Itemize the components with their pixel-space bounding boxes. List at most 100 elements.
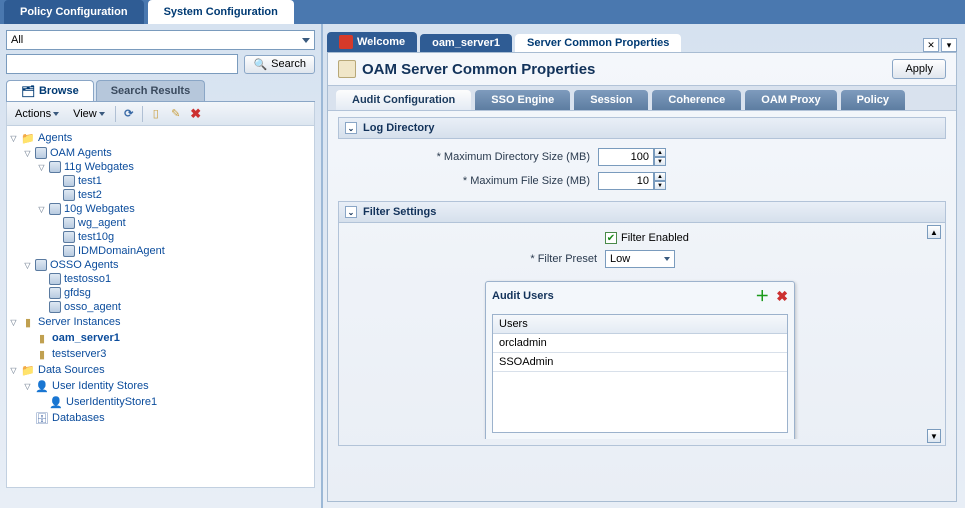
nav-tree[interactable]: ▽📁Agents ▽OAM Agents ▽11g Webgates test1… [6, 126, 315, 488]
tree-node-test10g[interactable]: test10g [9, 230, 312, 244]
tree-toolbar: Actions View ⟳ ▯ ✎ ✖ [6, 102, 315, 126]
add-icon[interactable]: ＋ [755, 288, 769, 304]
sub-tab-bar: Audit Configuration SSO Engine Session C… [328, 85, 956, 111]
server-icon: ▮ [35, 331, 49, 345]
collapse-icon[interactable]: ▽ [9, 134, 18, 143]
tree-label: test1 [78, 175, 102, 187]
folder-icon: 📁 [21, 363, 35, 377]
tree-node-server-instances[interactable]: ▽▮Server Instances [9, 314, 312, 330]
tree-node-osso[interactable]: ▽ OSSO Agents [9, 258, 312, 272]
collapse-icon[interactable]: ▽ [23, 261, 32, 270]
close-tab-icon[interactable]: ✕ [923, 38, 939, 52]
table-row[interactable]: orcladmin [493, 334, 787, 353]
tab-system-config[interactable]: System Configuration [148, 0, 294, 24]
spinner-up-icon[interactable]: ▲ [654, 148, 666, 157]
delete-icon[interactable]: ✖ [189, 107, 203, 121]
server-icon [338, 60, 356, 78]
oracle-icon [339, 35, 353, 49]
content-panel: Welcome oam_server1 Server Common Proper… [323, 24, 965, 508]
tree-node-user-identity[interactable]: ▽👤User Identity Stores [9, 378, 312, 394]
delete-icon[interactable]: ✖ [776, 288, 788, 304]
user-icon: 👤 [35, 379, 49, 393]
spinner-down-icon[interactable]: ▼ [654, 157, 666, 166]
tree-node-testosso1[interactable]: testosso1 [9, 272, 312, 286]
input-max-dir-size[interactable] [598, 148, 654, 166]
search-scope-select[interactable]: All [6, 30, 315, 50]
apply-button[interactable]: Apply [892, 59, 946, 79]
separator [142, 106, 143, 122]
tree-node-10g[interactable]: ▽10g Webgates [9, 202, 312, 216]
collapse-icon[interactable]: ▽ [23, 382, 32, 391]
input-max-file-size[interactable] [598, 172, 654, 190]
tab-policy-config[interactable]: Policy Configuration [4, 0, 144, 24]
collapse-icon[interactable]: ▽ [37, 163, 46, 172]
subtab-coherence[interactable]: Coherence [652, 90, 741, 110]
tree-node-idm[interactable]: IDMDomainAgent [9, 244, 312, 258]
tree-node-testserver3[interactable]: ▮testserver3 [9, 346, 312, 362]
tab-list-icon[interactable]: ▾ [941, 38, 957, 52]
table-row[interactable]: SSOAdmin [493, 353, 787, 372]
subtab-audit[interactable]: Audit Configuration [336, 90, 471, 110]
tree-node-wgagent[interactable]: wg_agent [9, 216, 312, 230]
section-title: Log Directory [363, 122, 435, 134]
subtab-session[interactable]: Session [574, 90, 648, 110]
tree-node-test1[interactable]: test1 [9, 174, 312, 188]
spinner-down-icon[interactable]: ▼ [654, 181, 666, 190]
new-icon[interactable]: ▯ [149, 107, 163, 121]
spinner-up-icon[interactable]: ▲ [654, 172, 666, 181]
actions-menu[interactable]: Actions [11, 106, 63, 122]
collapse-icon[interactable]: ▽ [9, 366, 18, 375]
agent-icon [63, 175, 75, 187]
tree-node-oamserver1[interactable]: ▮oam_server1 [9, 330, 312, 346]
checkbox-filter-enabled[interactable]: ✔ [605, 232, 617, 244]
tree-node-11g[interactable]: ▽11g Webgates [9, 160, 312, 174]
search-input[interactable] [6, 54, 238, 74]
collapse-icon: ⌄ [345, 206, 357, 218]
spacer-icon [37, 303, 46, 312]
chevron-down-icon [99, 112, 105, 116]
folder-icon: 📁 [21, 131, 35, 145]
tree-node-datasource[interactable]: ▽📁Data Sources [9, 362, 312, 378]
tree-node-databases[interactable]: 🗄Databases [9, 410, 312, 426]
view-menu[interactable]: View [69, 106, 109, 122]
collapse-icon[interactable]: ▽ [23, 149, 32, 158]
tree-label: Agents [38, 132, 72, 144]
label-max-dir-size: * Maximum Directory Size (MB) [338, 151, 598, 163]
table-empty-area [493, 372, 787, 432]
tab-oamserver1[interactable]: oam_server1 [420, 34, 512, 52]
content-tab-bar: Welcome oam_server1 Server Common Proper… [327, 30, 957, 52]
tree-node-agents[interactable]: ▽📁Agents [9, 130, 312, 146]
agent-icon [63, 245, 75, 257]
collapse-icon[interactable]: ▽ [9, 318, 18, 327]
navigation-panel: All 🔍 Search 🗂 Browse Search Results Act… [0, 24, 323, 508]
agent-icon [49, 273, 61, 285]
section-filter-settings[interactable]: ⌄ Filter Settings [338, 201, 946, 223]
audit-users-panel: Audit Users ＋ ✖ Users orcladmin SSOAdmin [485, 281, 795, 439]
tree-label: OSSO Agents [50, 259, 118, 271]
tab-browse[interactable]: 🗂 Browse [6, 80, 94, 101]
tab-welcome[interactable]: Welcome [327, 32, 417, 52]
subtab-policy[interactable]: Policy [841, 90, 905, 110]
select-filter-preset[interactable]: Low [605, 250, 675, 268]
tree-label: Databases [52, 412, 105, 424]
edit-icon[interactable]: ✎ [169, 107, 183, 121]
subtab-sso[interactable]: SSO Engine [475, 90, 570, 110]
tab-search-results[interactable]: Search Results [96, 80, 205, 101]
tree-node-test2[interactable]: test2 [9, 188, 312, 202]
search-button[interactable]: 🔍 Search [244, 55, 315, 74]
tree-node-gfdsg[interactable]: gfdsg [9, 286, 312, 300]
collapse-icon: ⌄ [345, 122, 357, 134]
tree-node-oam-agents[interactable]: ▽OAM Agents [9, 146, 312, 160]
tree-label: Server Instances [38, 316, 121, 328]
tab-server-common-props[interactable]: Server Common Properties [515, 34, 681, 52]
tab-server-label: oam_server1 [432, 37, 500, 49]
refresh-icon[interactable]: ⟳ [122, 107, 136, 121]
tree-node-ossoagent[interactable]: osso_agent [9, 300, 312, 314]
subtab-oamproxy[interactable]: OAM Proxy [745, 90, 836, 110]
tree-label: test2 [78, 189, 102, 201]
collapse-icon[interactable]: ▽ [37, 205, 46, 214]
browse-icon: 🗂 [21, 85, 35, 98]
tree-node-userstore1[interactable]: 👤UserIdentityStore1 [9, 394, 312, 410]
agent-icon [35, 259, 47, 271]
section-log-directory[interactable]: ⌄ Log Directory [338, 117, 946, 139]
